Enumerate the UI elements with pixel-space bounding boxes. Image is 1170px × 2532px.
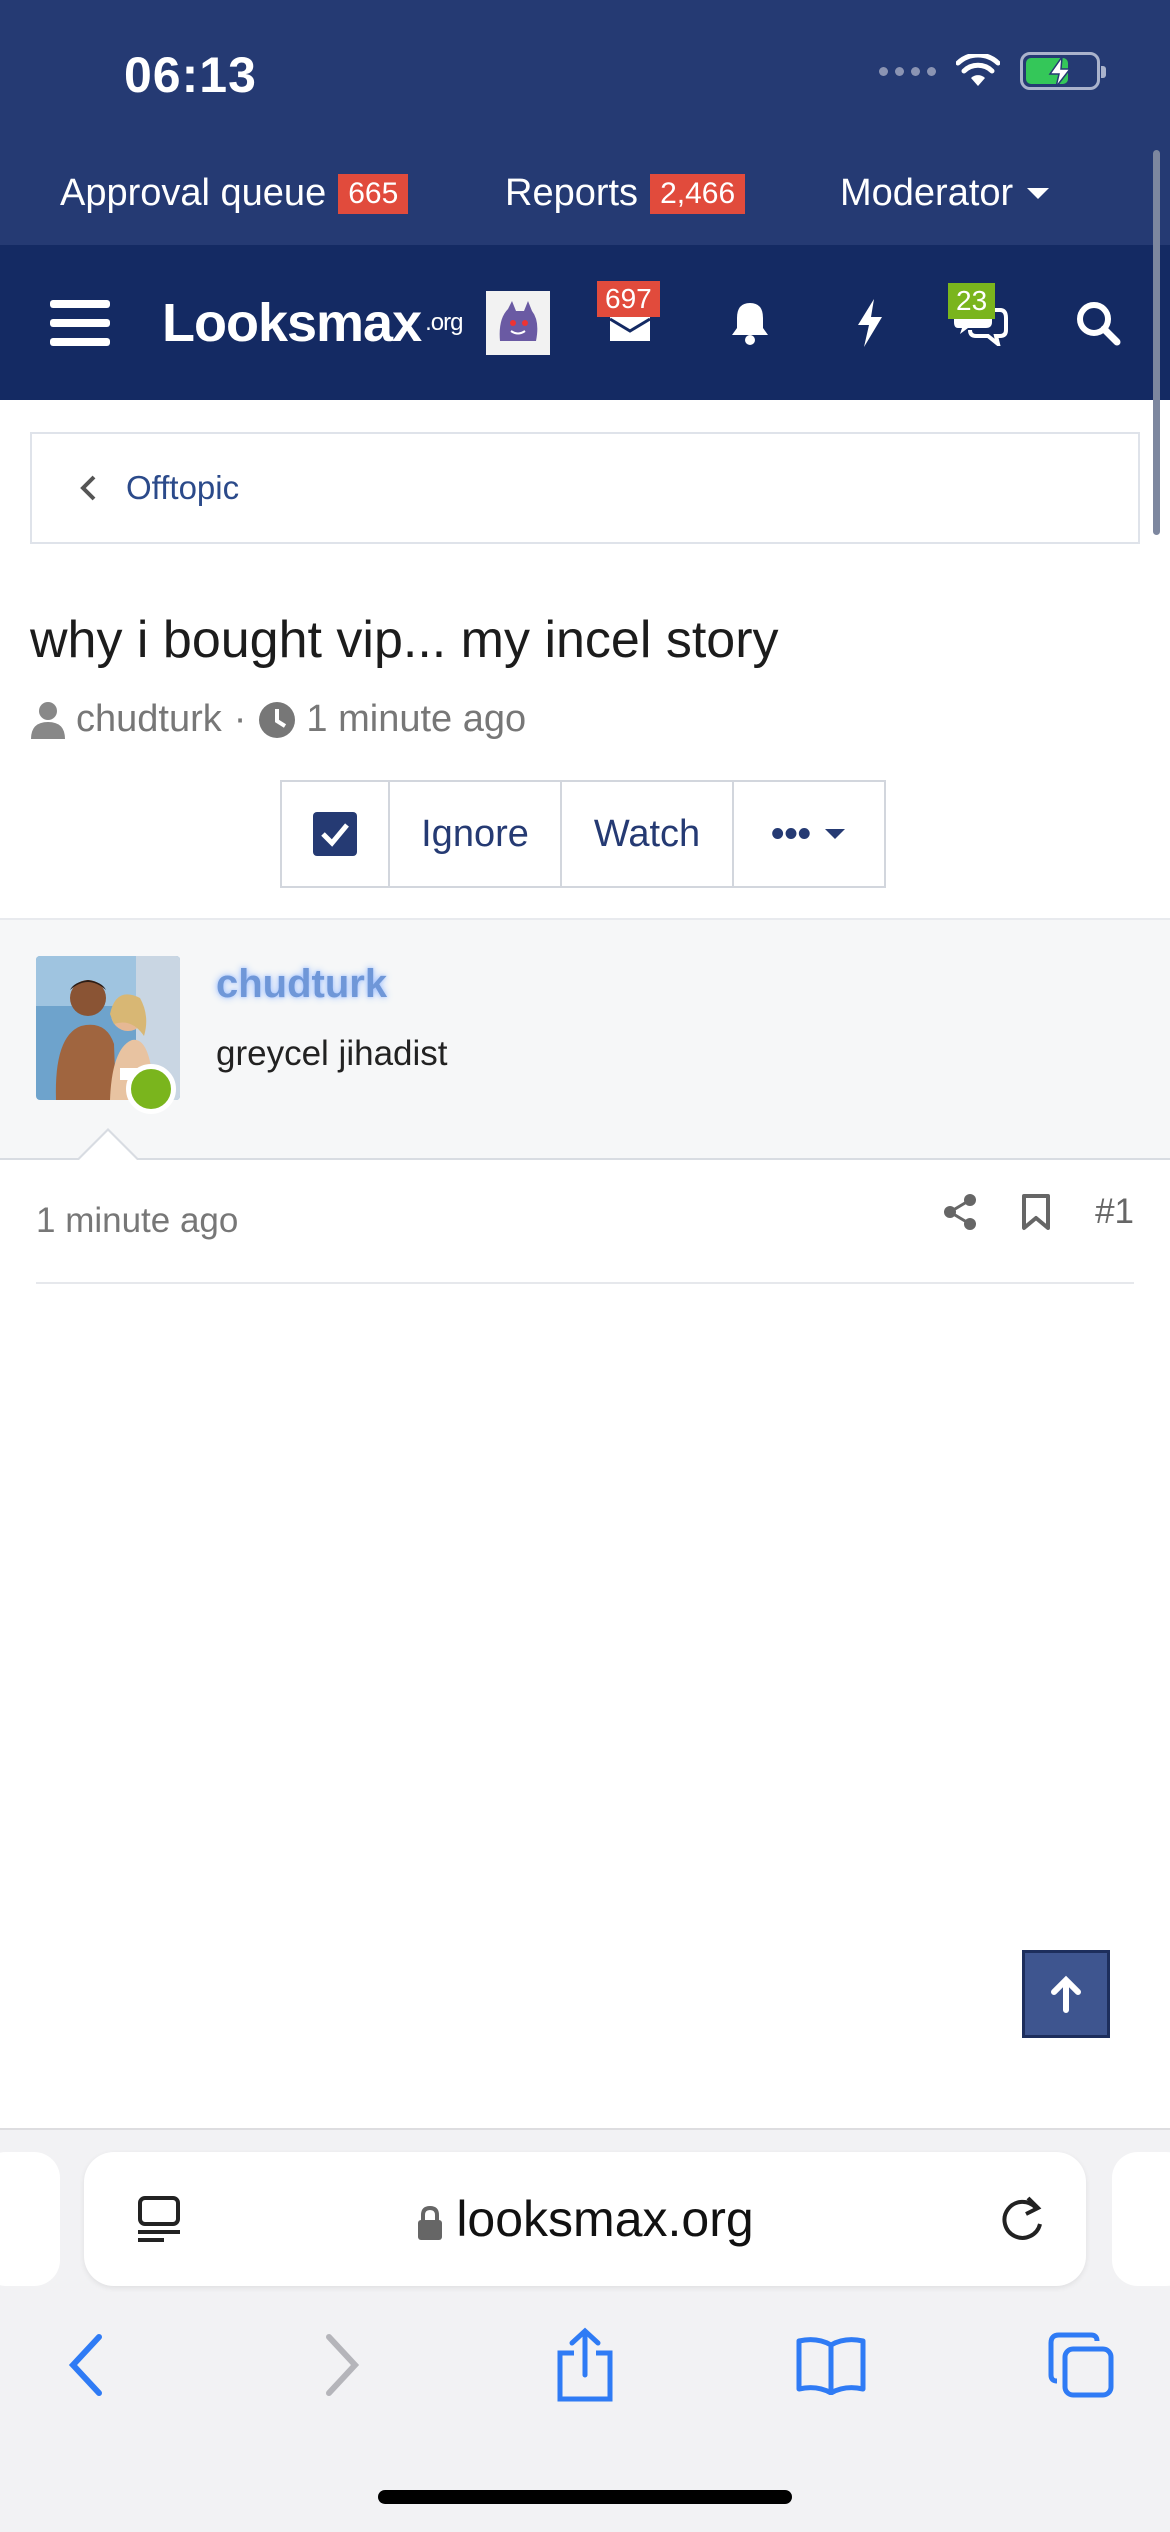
approval-queue-label: Approval queue <box>60 172 327 214</box>
thread-time: 1 minute ago <box>306 698 527 740</box>
inbox-button[interactable]: 697 <box>595 245 665 400</box>
scroll-to-top-button[interactable] <box>1022 1950 1110 2038</box>
reload-icon[interactable] <box>998 2194 1046 2244</box>
clock-icon <box>259 701 296 738</box>
menu-icon <box>50 299 110 346</box>
more-options-button[interactable]: ••• <box>734 782 884 886</box>
post-actions: #1 <box>943 1192 1134 1232</box>
previous-tab-preview[interactable] <box>0 2152 60 2286</box>
bell-icon <box>732 302 768 345</box>
breadcrumb-label: Offtopic <box>126 469 240 506</box>
chevron-left-icon <box>68 2334 102 2396</box>
arrow-up-icon <box>1051 1975 1081 2013</box>
breadcrumb[interactable]: Offtopic <box>30 432 1140 544</box>
bolt-icon <box>858 298 882 347</box>
thread-author[interactable]: chudturk <box>76 698 222 741</box>
lock-icon <box>418 2205 443 2240</box>
whats-new-button[interactable] <box>840 245 900 400</box>
post-time[interactable]: 1 minute ago <box>36 1201 238 1241</box>
cellular-signal-icon <box>879 66 936 76</box>
url-text: looksmax.org <box>456 2191 754 2247</box>
chevron-right-icon <box>326 2334 360 2396</box>
avatar-icon <box>486 290 550 355</box>
logo-suffix: .org <box>425 308 463 336</box>
select-checkbox[interactable] <box>282 782 390 886</box>
reports-link[interactable]: Reports 2,466 <box>505 172 746 215</box>
thread-actions: Ignore Watch ••• <box>280 780 886 888</box>
moderator-label: Moderator <box>840 172 1014 214</box>
conversations-count-badge: 23 <box>948 283 996 319</box>
thread-meta: chudturk · 1 minute ago <box>30 698 526 741</box>
search-button[interactable] <box>1068 245 1128 400</box>
conversations-button[interactable]: 23 <box>940 245 1020 400</box>
moderator-bar: Approval queue 665 Reports 2,466 Moderat… <box>0 150 1170 242</box>
forward-button[interactable] <box>296 2320 386 2410</box>
battery-icon <box>1020 52 1106 90</box>
meta-separator: · <box>233 698 247 740</box>
status-time: 06:13 <box>124 47 257 103</box>
chevron-left-icon <box>80 475 96 501</box>
search-icon <box>1077 301 1121 345</box>
online-status-dot <box>126 1064 176 1114</box>
address-bar[interactable]: looksmax.org <box>84 2152 1086 2286</box>
bookmark-icon[interactable] <box>1021 1193 1051 1231</box>
post-user-title: greycel jihadist <box>216 1034 448 1073</box>
home-indicator <box>378 2490 792 2504</box>
url-display[interactable]: looksmax.org <box>84 2190 1086 2248</box>
post-number[interactable]: #1 <box>1095 1192 1134 1232</box>
reports-badge: 2,466 <box>650 173 746 214</box>
approval-queue-link[interactable]: Approval queue 665 <box>60 172 409 215</box>
caret-down-icon <box>1027 187 1050 199</box>
share-sheet-icon <box>557 2327 613 2402</box>
caret-down-icon <box>824 829 845 839</box>
tabs-icon <box>1048 2332 1114 2398</box>
tabs-button[interactable] <box>1036 2320 1126 2410</box>
moderator-menu[interactable]: Moderator <box>840 172 1051 215</box>
post-username[interactable]: chudturk <box>216 962 387 1007</box>
share-button[interactable] <box>540 2320 630 2410</box>
book-icon <box>796 2337 866 2395</box>
page-title: why i bought vip... my incel story <box>30 611 779 669</box>
watch-button[interactable]: Watch <box>562 782 734 886</box>
inbox-count-badge: 697 <box>597 281 660 317</box>
checkbox-checked-icon <box>313 812 357 856</box>
logo-main: Looksmax <box>162 292 422 353</box>
user-icon <box>31 701 65 739</box>
next-tab-preview[interactable] <box>1112 2152 1170 2286</box>
approval-queue-badge: 665 <box>338 173 409 214</box>
back-button[interactable] <box>42 2320 132 2410</box>
post-divider <box>36 1282 1134 1284</box>
reports-label: Reports <box>505 172 639 214</box>
post-pointer <box>76 1128 140 1161</box>
page-scrollbar[interactable] <box>1153 150 1160 535</box>
menu-button[interactable] <box>40 245 120 400</box>
more-options-label: ••• <box>771 812 811 855</box>
wifi-icon <box>956 54 1000 86</box>
share-icon[interactable] <box>943 1194 977 1230</box>
status-icons <box>879 52 1106 90</box>
main-nav: Looksmax .org 697 23 <box>0 245 1170 400</box>
site-logo[interactable]: Looksmax .org <box>162 245 463 400</box>
ignore-button[interactable]: Ignore <box>390 782 562 886</box>
alerts-button[interactable] <box>720 245 780 400</box>
user-avatar-button[interactable] <box>486 245 550 400</box>
bookmarks-button[interactable] <box>786 2320 876 2410</box>
